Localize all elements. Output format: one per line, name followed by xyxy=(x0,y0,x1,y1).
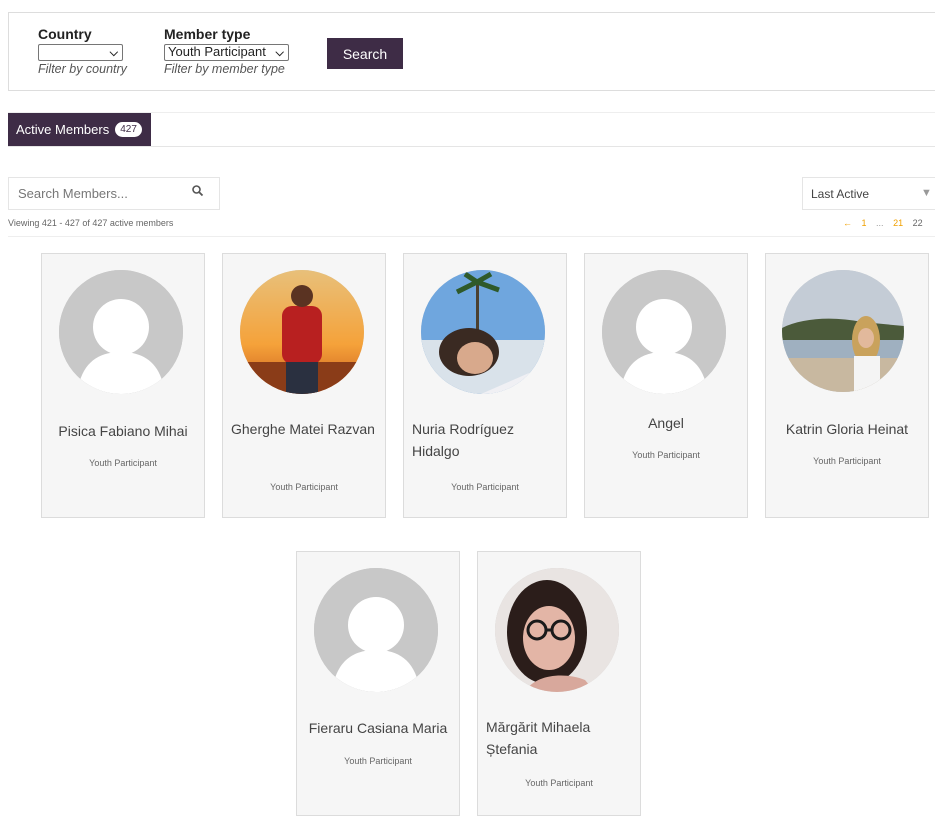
member-type-help-text: Filter by member type xyxy=(164,62,285,76)
pagination-page-21[interactable]: 21 xyxy=(893,218,903,228)
member-type: Youth Participant xyxy=(89,458,157,468)
tab-active-members-label: Active Members xyxy=(16,122,110,137)
member-name[interactable]: Pisica Fabiano Mihai xyxy=(50,420,196,442)
pagination-links: ← 1 ... 21 22 xyxy=(843,218,930,228)
tab-active-members[interactable]: Active Members 427 xyxy=(8,113,151,146)
member-type: Youth Participant xyxy=(270,482,338,492)
pagination-prev[interactable]: ← xyxy=(843,218,852,228)
member-name[interactable]: Gherghe Matei Razvan xyxy=(231,418,377,440)
member-card[interactable]: Fieraru Casiana Maria Youth Participant xyxy=(296,551,460,816)
member-card[interactable]: Nuria Rodríguez Hidalgo Youth Participan… xyxy=(403,253,567,518)
member-card[interactable]: Angel Youth Participant xyxy=(584,253,748,518)
member-type: Youth Participant xyxy=(813,456,881,466)
members-count-badge: 427 xyxy=(115,122,142,137)
member-card[interactable]: Mărgărit Mihaela Ștefania Youth Particip… xyxy=(477,551,641,816)
member-card[interactable]: Gherghe Matei Razvan Youth Participant xyxy=(222,253,386,518)
member-filter-panel: Country ⌵ Filter by country Member type … xyxy=(8,12,935,91)
member-name[interactable]: Nuria Rodríguez Hidalgo xyxy=(412,418,558,462)
order-by-value: Last Active xyxy=(811,187,870,201)
photo-beach-girl[interactable] xyxy=(782,270,904,392)
caret-down-icon: ▼ xyxy=(921,187,932,199)
country-select[interactable]: ⌵ xyxy=(38,44,123,61)
member-type: Youth Participant xyxy=(451,482,519,492)
member-type: Youth Participant xyxy=(344,756,412,766)
photo-palm-girl[interactable] xyxy=(421,270,545,394)
member-name[interactable]: Fieraru Casiana Maria xyxy=(305,717,451,739)
country-help-text: Filter by country xyxy=(38,62,127,76)
member-type-filter: Member type Youth Participant ⌵ Filter b… xyxy=(164,26,289,76)
chevron-down-icon: ⌵ xyxy=(275,47,284,59)
member-type-label: Member type xyxy=(164,26,251,42)
default-avatar[interactable] xyxy=(59,270,183,394)
filter-search-button[interactable]: Search xyxy=(327,38,403,69)
member-card[interactable]: Katrin Gloria Heinat Youth Participant xyxy=(765,253,929,518)
search-members-input[interactable]: Search Members... xyxy=(8,177,220,210)
chevron-down-icon: ⌵ xyxy=(109,47,118,59)
members-tabs: Active Members 427 xyxy=(8,112,935,147)
member-name[interactable]: Angel xyxy=(593,412,739,434)
member-type: Youth Participant xyxy=(632,450,700,460)
default-avatar[interactable] xyxy=(602,270,726,394)
country-label: Country xyxy=(38,26,92,42)
pagination-page-1[interactable]: 1 xyxy=(862,218,867,228)
pagination-current: 22 xyxy=(912,218,923,228)
pagination-dots: ... xyxy=(876,218,884,228)
pagination-count: Viewing 421 - 427 of 427 active members xyxy=(8,218,174,228)
country-filter: Country ⌵ Filter by country xyxy=(38,26,127,76)
photo-sunset-man[interactable] xyxy=(240,270,364,394)
search-icon[interactable] xyxy=(191,184,205,198)
default-avatar[interactable] xyxy=(314,568,438,692)
photo-glasses-girl[interactable] xyxy=(495,568,619,692)
member-name[interactable]: Katrin Gloria Heinat xyxy=(774,418,920,440)
order-by-select[interactable]: Last Active ▼ xyxy=(802,177,935,210)
member-type-select-value: Youth Participant xyxy=(168,44,266,59)
member-card[interactable]: Pisica Fabiano Mihai Youth Participant xyxy=(41,253,205,518)
divider xyxy=(8,236,935,237)
member-type-select[interactable]: Youth Participant ⌵ xyxy=(164,44,289,61)
member-type: Youth Participant xyxy=(525,778,593,788)
search-placeholder: Search Members... xyxy=(18,186,128,201)
member-name[interactable]: Mărgărit Mihaela Ștefania xyxy=(486,716,632,760)
